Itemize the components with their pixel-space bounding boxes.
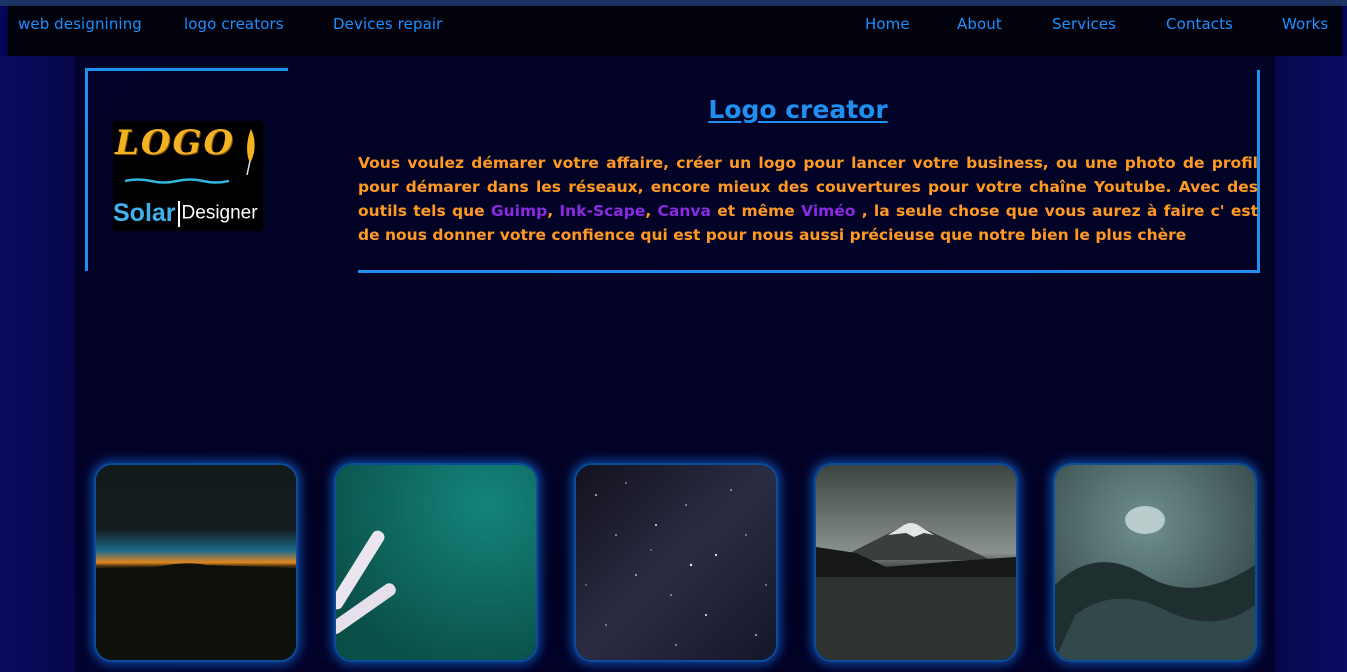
tool-name-inkscape: Ink-Scape: [559, 202, 646, 220]
description-separator: ,: [547, 202, 560, 220]
nav-link-home[interactable]: Home: [865, 15, 910, 33]
tool-name-guimp: Guimp: [490, 202, 548, 220]
background-side-left: [0, 56, 80, 672]
nav-link-about[interactable]: About: [957, 15, 1002, 33]
logo-brand-solar: Solar: [113, 199, 176, 227]
logo-brand-designer: Designer: [181, 202, 258, 224]
quill-pen-icon: [246, 129, 255, 175]
description-text: et même: [710, 202, 802, 220]
chalk-on-green-image[interactable]: [334, 463, 538, 662]
description-separator: ,: [645, 202, 658, 220]
nav-link-web-designining[interactable]: web designining: [18, 15, 142, 33]
background-side-right: [1267, 56, 1347, 672]
rocky-shore-image[interactable]: [1053, 463, 1257, 662]
navbar: web designining logo creators Devices re…: [8, 6, 1342, 56]
nav-link-logo-creators[interactable]: logo creators: [184, 15, 284, 33]
logo-brand-divider: [177, 200, 180, 227]
sunset-horizon-image[interactable]: [94, 463, 298, 662]
nav-link-services[interactable]: Services: [1052, 15, 1116, 33]
logo-brand-text: Solar Designer: [113, 199, 263, 231]
page-title[interactable]: Logo creator: [358, 95, 1238, 124]
nav-link-works[interactable]: Works: [1282, 15, 1328, 33]
starry-night-sky-image[interactable]: [574, 463, 778, 662]
tool-name-canva: Canva: [657, 202, 711, 220]
nav-link-devices-repair[interactable]: Devices repair: [333, 15, 442, 33]
description-paragraph: Vous voulez démarer votre affaire, créer…: [358, 151, 1258, 247]
logo-word: LOGO: [115, 123, 236, 163]
logo-wave-icon: [125, 178, 229, 184]
solar-designer-logo: LOGO Solar Designer: [113, 121, 263, 231]
nav-link-contacts[interactable]: Contacts: [1166, 15, 1233, 33]
tool-name-vimeo: Viméo: [801, 202, 856, 220]
mount-fuji-lake-image[interactable]: [814, 463, 1018, 662]
